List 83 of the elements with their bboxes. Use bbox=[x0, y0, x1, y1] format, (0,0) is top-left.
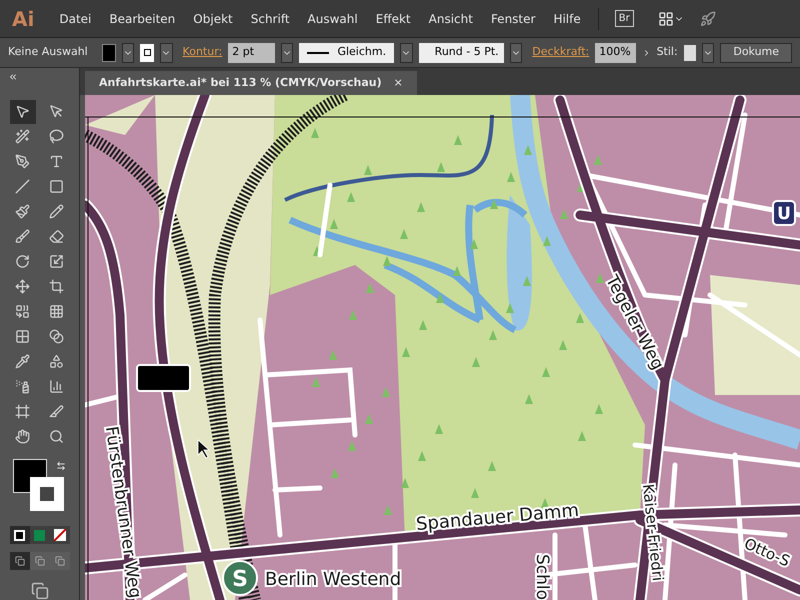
app-logo: Ai bbox=[12, 6, 34, 32]
type-icon bbox=[49, 154, 64, 170]
metro-badge bbox=[772, 200, 796, 226]
shapes-icon bbox=[49, 354, 64, 370]
pointer-icon bbox=[49, 104, 64, 120]
spray-can-icon bbox=[15, 379, 30, 394]
dropdown-button[interactable] bbox=[510, 42, 522, 62]
pointer-icon bbox=[15, 104, 30, 120]
dropdown-button[interactable] bbox=[122, 42, 134, 62]
style-label: Stil: bbox=[656, 44, 678, 60]
eyedropper-icon bbox=[15, 354, 30, 370]
grid-icon bbox=[15, 329, 30, 344]
metro-badge-label: U bbox=[777, 204, 791, 224]
crop-icon bbox=[49, 279, 64, 294]
rotate-icon bbox=[15, 254, 30, 270]
street-label: Spandauer Damm bbox=[415, 500, 580, 536]
sync-icon[interactable] bbox=[700, 10, 716, 26]
menu-item[interactable]: Fenster bbox=[482, 10, 544, 28]
overlapping-squares-icon bbox=[54, 556, 64, 566]
scale-icon bbox=[49, 254, 64, 270]
station-badge bbox=[222, 560, 258, 596]
bar-chart-icon bbox=[49, 379, 64, 394]
frame-icon bbox=[15, 404, 30, 420]
profile-dropdown[interactable]: Gleichm. bbox=[299, 42, 394, 62]
paintbrush-icon bbox=[15, 204, 30, 220]
menu-item[interactable]: Datei bbox=[50, 10, 100, 28]
selection-status: Keine Auswahl bbox=[8, 44, 88, 60]
lasso-icon bbox=[49, 129, 64, 144]
line-icon bbox=[15, 179, 30, 194]
magic-wand-icon bbox=[15, 129, 30, 144]
menu-item[interactable]: Ansicht bbox=[420, 10, 482, 28]
draw-mode-button[interactable] bbox=[10, 552, 30, 570]
menu-item[interactable]: Schrift bbox=[242, 10, 299, 28]
document-tab[interactable]: Anfahrtskarte.ai* bei 113 % (CMYK/Vorschau) × bbox=[85, 71, 417, 95]
draw-mode-button[interactable] bbox=[50, 552, 70, 570]
zoom-icon bbox=[49, 429, 64, 444]
square-icon bbox=[49, 179, 64, 194]
style-swatch[interactable] bbox=[684, 44, 696, 60]
combine-icon bbox=[15, 304, 30, 320]
stroke-swatch[interactable] bbox=[140, 44, 154, 62]
brush-icon bbox=[15, 229, 30, 244]
menu-item[interactable]: Auswahl bbox=[298, 10, 367, 28]
opacity-field[interactable]: 100% bbox=[595, 42, 636, 62]
workspace-icon[interactable] bbox=[658, 10, 674, 26]
screen-mode-icon[interactable] bbox=[30, 582, 48, 600]
tab-close-button[interactable]: × bbox=[394, 74, 403, 92]
stroke-weight-field[interactable]: 2 pt bbox=[228, 42, 275, 62]
document-setup-button[interactable]: Dokume bbox=[720, 42, 792, 62]
overlapping-squares-icon bbox=[14, 556, 24, 566]
opacity-label[interactable]: Deckkraft: bbox=[532, 44, 590, 61]
move-arrows-icon bbox=[15, 279, 30, 294]
stroke-label[interactable]: Kontur: bbox=[182, 44, 222, 61]
dropdown-button[interactable] bbox=[160, 42, 173, 62]
collapse-icon[interactable] bbox=[8, 72, 18, 82]
swap-icon[interactable] bbox=[56, 460, 66, 471]
pen-nib-icon bbox=[15, 154, 30, 170]
blend-circles-icon bbox=[49, 329, 64, 344]
fill-swatch[interactable] bbox=[102, 44, 116, 62]
eraser-icon bbox=[49, 229, 64, 244]
street-label: Schlo bbox=[532, 554, 552, 600]
station-badge-label: S bbox=[232, 567, 248, 592]
fill-stroke-swatches[interactable] bbox=[12, 458, 64, 511]
dropdown-button[interactable] bbox=[280, 42, 294, 62]
menu-item[interactable]: Bearbeiten bbox=[100, 10, 184, 28]
brush-dropdown[interactable]: Rund - 5 Pt. bbox=[418, 42, 504, 62]
dropdown-button[interactable] bbox=[702, 42, 714, 62]
bridge-button[interactable]: Br bbox=[614, 10, 634, 27]
cursor-icon bbox=[198, 439, 210, 459]
pencil-icon bbox=[49, 204, 64, 220]
menu-item[interactable]: Objekt bbox=[184, 10, 242, 28]
street-label: Fürstenbrunner Weg bbox=[100, 425, 145, 600]
knife-icon bbox=[49, 404, 64, 420]
hand-icon bbox=[15, 429, 30, 444]
document-title: Anfahrtskarte.ai* bei 113 % (CMYK/Vorschau) bbox=[99, 74, 382, 91]
street-label: Kaiser-Friedri bbox=[638, 483, 668, 582]
dropdown-button[interactable] bbox=[400, 42, 413, 62]
tool-button[interactable] bbox=[10, 100, 36, 124]
menu-item[interactable]: Effekt bbox=[366, 10, 420, 28]
draw-mode-button[interactable] bbox=[30, 552, 50, 570]
color-mode-button[interactable] bbox=[10, 526, 30, 544]
grid-icon bbox=[49, 304, 64, 320]
menu-item[interactable]: Hilfe bbox=[544, 10, 590, 28]
overlapping-squares-icon bbox=[34, 556, 44, 566]
